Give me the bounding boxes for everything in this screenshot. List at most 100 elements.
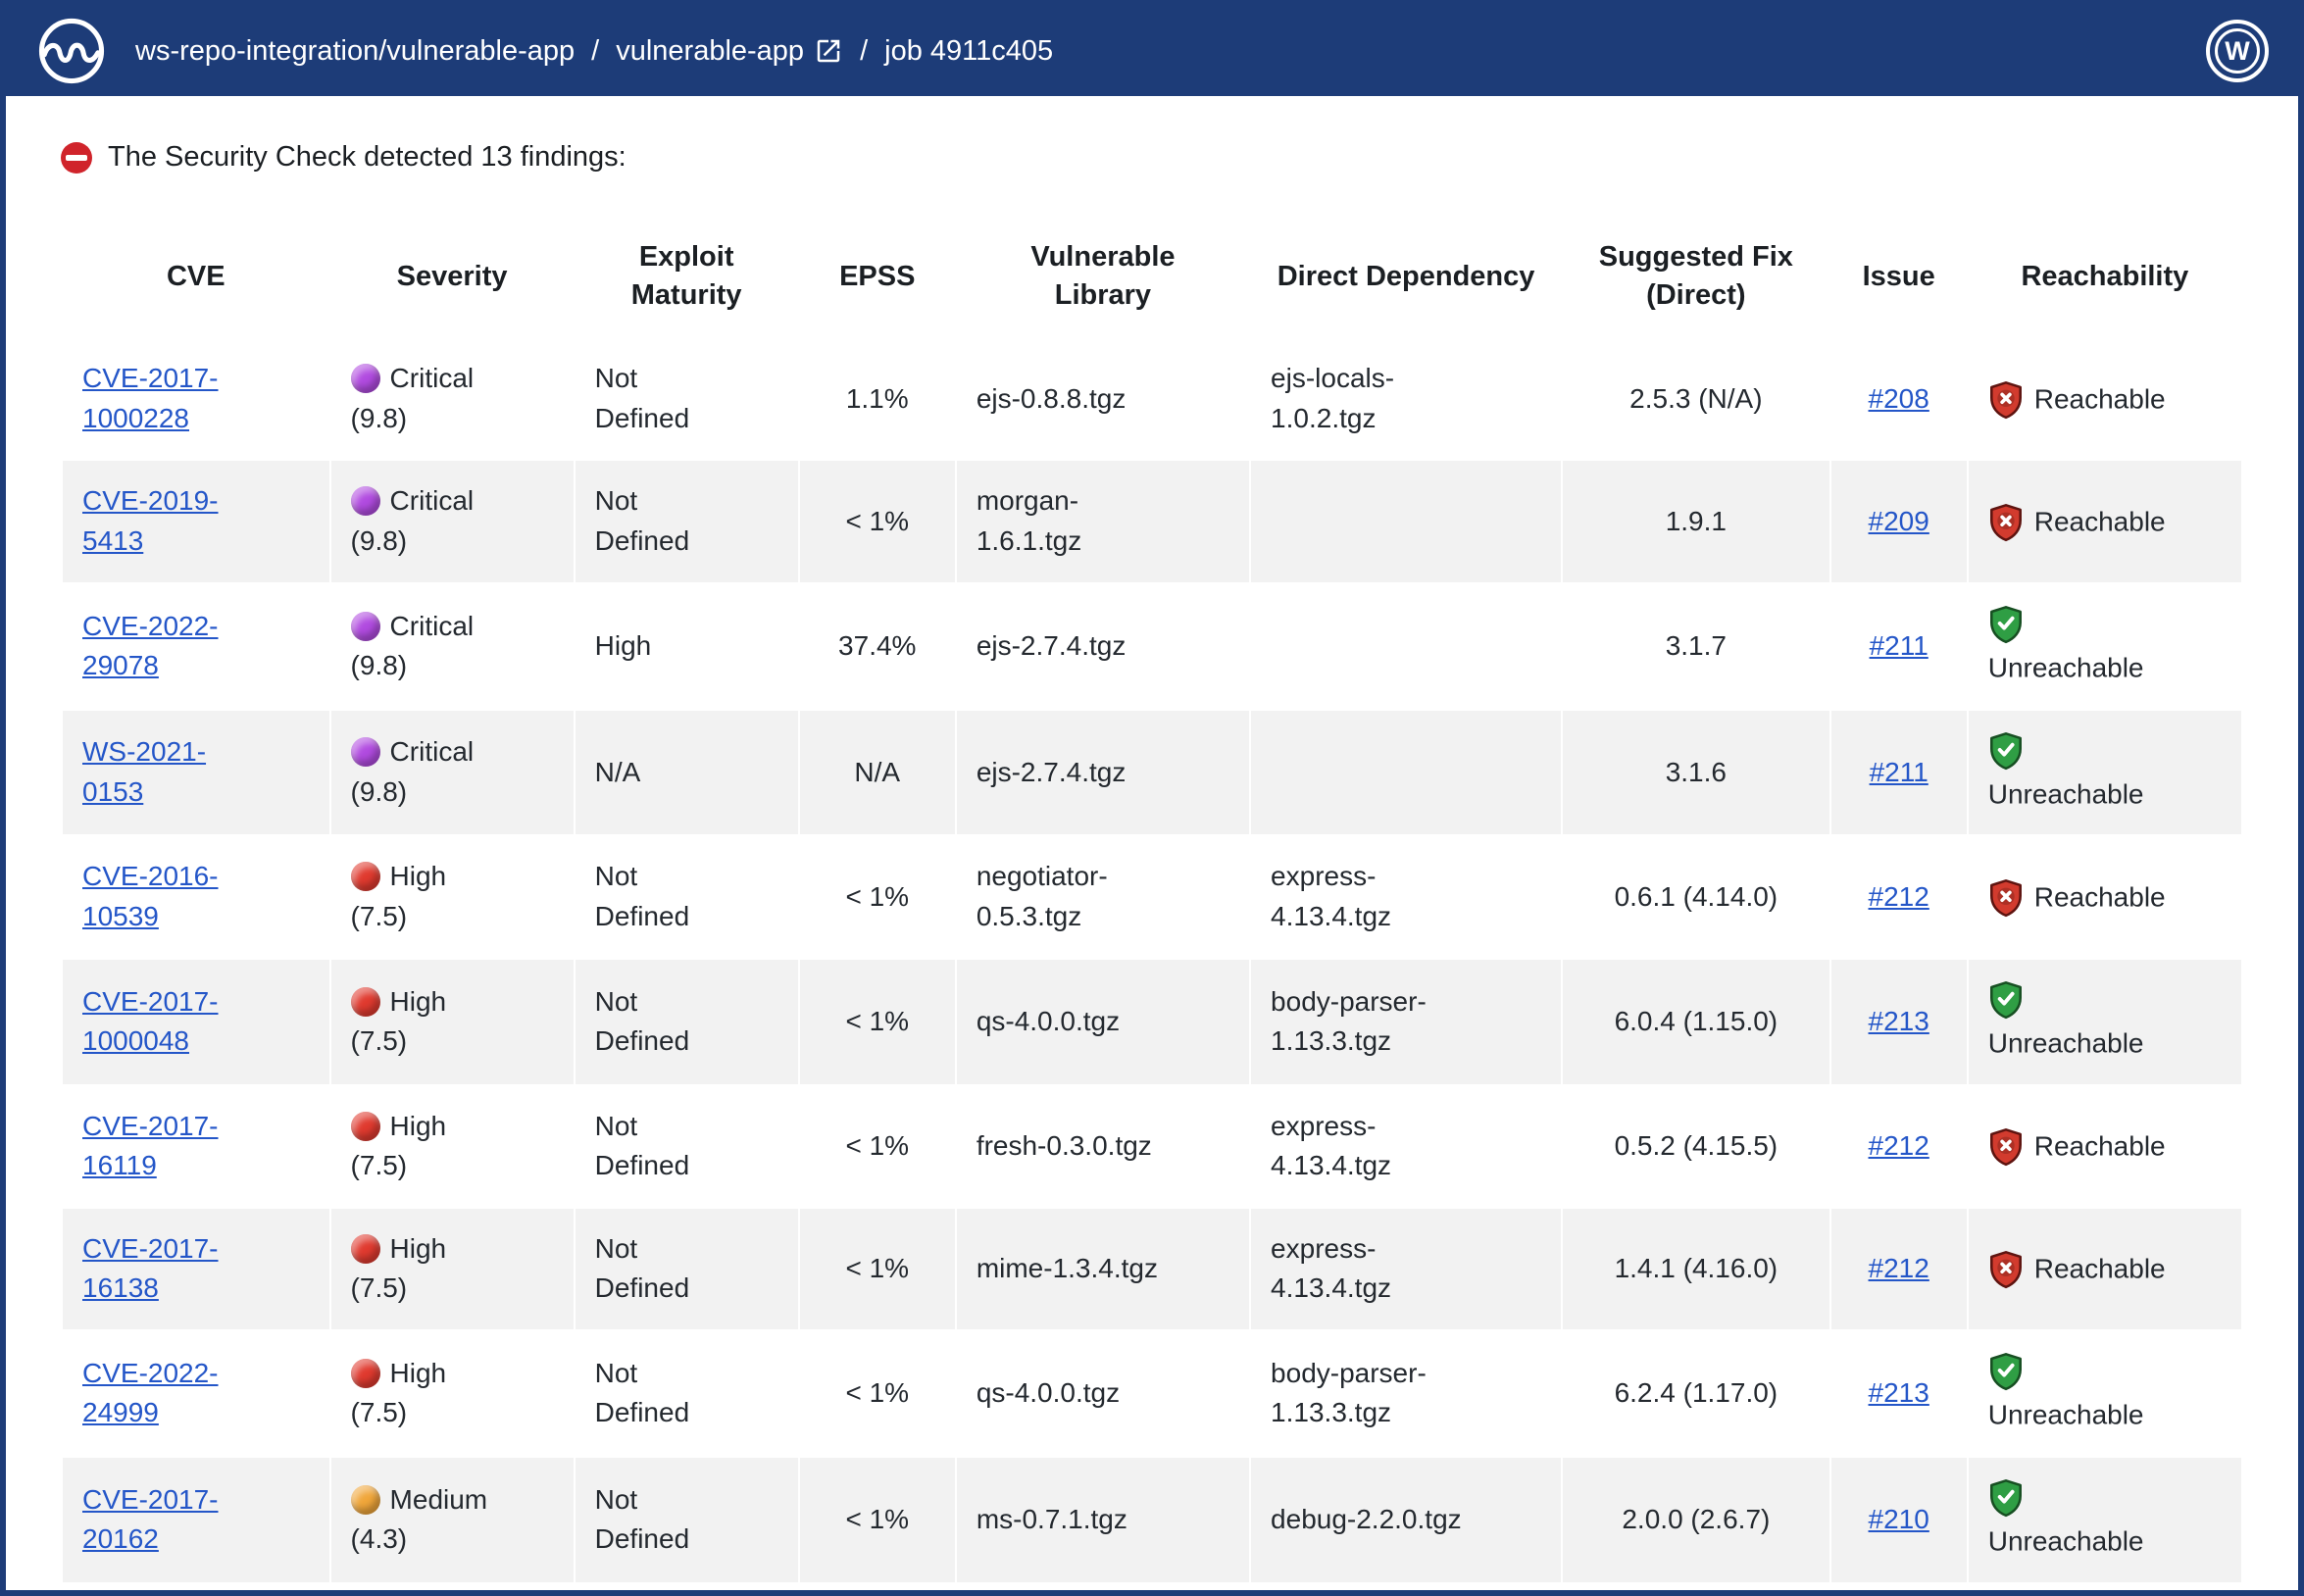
cell-suggested-fix: 2.0.0 (2.6.7) xyxy=(1562,1457,1830,1583)
breadcrumb-app-link[interactable]: vulnerable-app xyxy=(616,35,843,68)
breadcrumb-repo-link[interactable]: ws-repo-integration/vulnerable-app xyxy=(135,35,575,68)
severity-high-icon xyxy=(351,1112,380,1141)
cve-link[interactable]: CVE-2019-5413 xyxy=(82,481,229,561)
cell-epss: < 1% xyxy=(799,1330,956,1457)
cve-link[interactable]: CVE-2022-29078 xyxy=(82,607,229,686)
cell-direct-dependency: body-parser-1.13.3.tgz xyxy=(1250,959,1562,1085)
reachability-label: Reachable xyxy=(2034,383,2166,414)
issue-link[interactable]: #211 xyxy=(1870,630,1928,661)
cell-issue: #210 xyxy=(1830,1457,1968,1583)
cell-severity: Critical(9.8) xyxy=(330,460,575,582)
column-header-issue: Issue xyxy=(1830,216,1968,337)
cell-direct-dependency: debug-2.2.0.tgz xyxy=(1250,1457,1562,1583)
finding-row: CVE-2017-20162Medium(4.3)Not Defined< 1%… xyxy=(62,1457,2242,1583)
cell-reachability: Unreachable xyxy=(1968,959,2242,1085)
cell-severity: Critical(9.8) xyxy=(330,337,575,460)
issue-link[interactable]: #212 xyxy=(1869,881,1929,912)
exploit-maturity-value: Not Defined xyxy=(595,481,718,561)
direct-dependency-value: express-4.13.4.tgz xyxy=(1271,857,1481,936)
table-header-row: CVESeverityExploit MaturityEPSSVulnerabl… xyxy=(62,216,2242,337)
column-header-label: Vulnerable Library xyxy=(1015,238,1191,315)
issue-link[interactable]: #210 xyxy=(1869,1504,1929,1534)
severity-critical-icon xyxy=(351,737,380,767)
issue-link[interactable]: #213 xyxy=(1869,1377,1929,1408)
column-header-reachability: Reachability xyxy=(1968,216,2242,337)
cell-direct-dependency xyxy=(1250,583,1562,710)
issue-link[interactable]: #211 xyxy=(1870,757,1928,787)
cell-suggested-fix: 6.2.4 (1.17.0) xyxy=(1562,1330,1830,1457)
unreachable-shield-icon xyxy=(1988,1478,2024,1518)
severity-score: (7.5) xyxy=(351,1272,408,1303)
findings-table: CVESeverityExploit MaturityEPSSVulnerabl… xyxy=(61,215,2243,1584)
cell-epss: < 1% xyxy=(799,835,956,958)
reachable-shield-icon xyxy=(1988,878,2024,918)
cve-link[interactable]: CVE-2017-1000228 xyxy=(82,359,229,438)
mend-logo[interactable] xyxy=(35,15,108,87)
cell-cve: CVE-2017-16119 xyxy=(62,1085,330,1208)
finding-row: CVE-2019-5413Critical(9.8)Not Defined< 1… xyxy=(62,460,2242,582)
cell-vulnerable-library: negotiator-0.5.3.tgz xyxy=(956,835,1250,958)
cell-epss: N/A xyxy=(799,710,956,836)
cell-suggested-fix: 0.5.2 (4.15.5) xyxy=(1562,1085,1830,1208)
cve-link[interactable]: CVE-2017-1000048 xyxy=(82,982,229,1062)
severity-score: (4.3) xyxy=(351,1523,408,1554)
issue-link[interactable]: #213 xyxy=(1869,1006,1929,1036)
cell-cve: CVE-2017-1000048 xyxy=(62,959,330,1085)
cve-link[interactable]: CVE-2016-10539 xyxy=(82,857,229,936)
vulnerable-library-value: ms-0.7.1.tgz xyxy=(977,1500,1127,1540)
exploit-maturity-value: Not Defined xyxy=(595,1354,718,1433)
summary-text: The Security Check detected 13 findings: xyxy=(108,141,626,174)
finding-row: CVE-2016-10539High(7.5)Not Defined< 1%ne… xyxy=(62,835,2242,958)
cell-cve: CVE-2022-29078 xyxy=(62,583,330,710)
table-header: CVESeverityExploit MaturityEPSSVulnerabl… xyxy=(62,216,2242,337)
vulnerable-library-value: fresh-0.3.0.tgz xyxy=(977,1126,1152,1167)
column-header-label: Suggested Fix (Direct) xyxy=(1592,238,1800,315)
user-avatar-button[interactable]: W xyxy=(2206,20,2269,82)
issue-link[interactable]: #208 xyxy=(1869,383,1929,414)
reachability-label: Unreachable xyxy=(1988,652,2144,682)
cell-severity: High(7.5) xyxy=(330,1208,575,1330)
reachability-label: Reachable xyxy=(2034,1254,2166,1284)
cell-cve: CVE-2016-10539 xyxy=(62,835,330,958)
cve-link[interactable]: CVE-2017-16119 xyxy=(82,1107,229,1186)
top-nav: ws-repo-integration/vulnerable-app / vul… xyxy=(6,6,2298,96)
cve-link[interactable]: CVE-2017-16138 xyxy=(82,1229,229,1309)
cell-direct-dependency: express-4.13.4.tgz xyxy=(1250,1208,1562,1330)
cve-link[interactable]: CVE-2022-24999 xyxy=(82,1354,229,1433)
cell-issue: #209 xyxy=(1830,460,1968,582)
issue-link[interactable]: #212 xyxy=(1869,1253,1929,1283)
cell-exploit-maturity: N/A xyxy=(575,710,799,836)
cell-epss: 37.4% xyxy=(799,583,956,710)
reachability-label: Unreachable xyxy=(1988,1027,2144,1058)
cell-exploit-maturity: Not Defined xyxy=(575,1457,799,1583)
issue-link[interactable]: #209 xyxy=(1869,506,1929,536)
column-header-severity: Severity xyxy=(330,216,575,337)
reachable-shield-icon xyxy=(1988,503,2024,542)
cve-link[interactable]: WS-2021-0153 xyxy=(82,732,229,812)
cve-link[interactable]: CVE-2017-20162 xyxy=(82,1480,229,1560)
unreachable-shield-icon xyxy=(1988,1352,2024,1391)
severity-critical-icon xyxy=(351,612,380,641)
cell-vulnerable-library: ejs-0.8.8.tgz xyxy=(956,337,1250,460)
cell-issue: #208 xyxy=(1830,337,1968,460)
cell-exploit-maturity: Not Defined xyxy=(575,337,799,460)
severity-high-icon xyxy=(351,1359,380,1388)
severity-score: (9.8) xyxy=(351,525,408,556)
reachability-label: Unreachable xyxy=(1988,1399,2144,1429)
cell-direct-dependency xyxy=(1250,460,1562,582)
issue-link[interactable]: #212 xyxy=(1869,1130,1929,1161)
reachable-shield-icon xyxy=(1988,1127,2024,1167)
cell-reachability: Reachable xyxy=(1968,1208,2242,1330)
vulnerable-library-value: morgan-1.6.1.tgz xyxy=(977,481,1177,561)
severity-score: (9.8) xyxy=(351,776,408,807)
cell-severity: Medium(4.3) xyxy=(330,1457,575,1583)
cell-severity: Critical(9.8) xyxy=(330,710,575,836)
direct-dependency-value: debug-2.2.0.tgz xyxy=(1271,1500,1462,1540)
reachability-label: Unreachable xyxy=(1988,778,2144,809)
cell-cve: CVE-2022-24999 xyxy=(62,1330,330,1457)
breadcrumb-separator: / xyxy=(860,35,868,68)
cell-exploit-maturity: Not Defined xyxy=(575,959,799,1085)
mend-logo-icon xyxy=(35,15,108,87)
cell-issue: #212 xyxy=(1830,1085,1968,1208)
unreachable-shield-icon xyxy=(1988,731,2024,771)
